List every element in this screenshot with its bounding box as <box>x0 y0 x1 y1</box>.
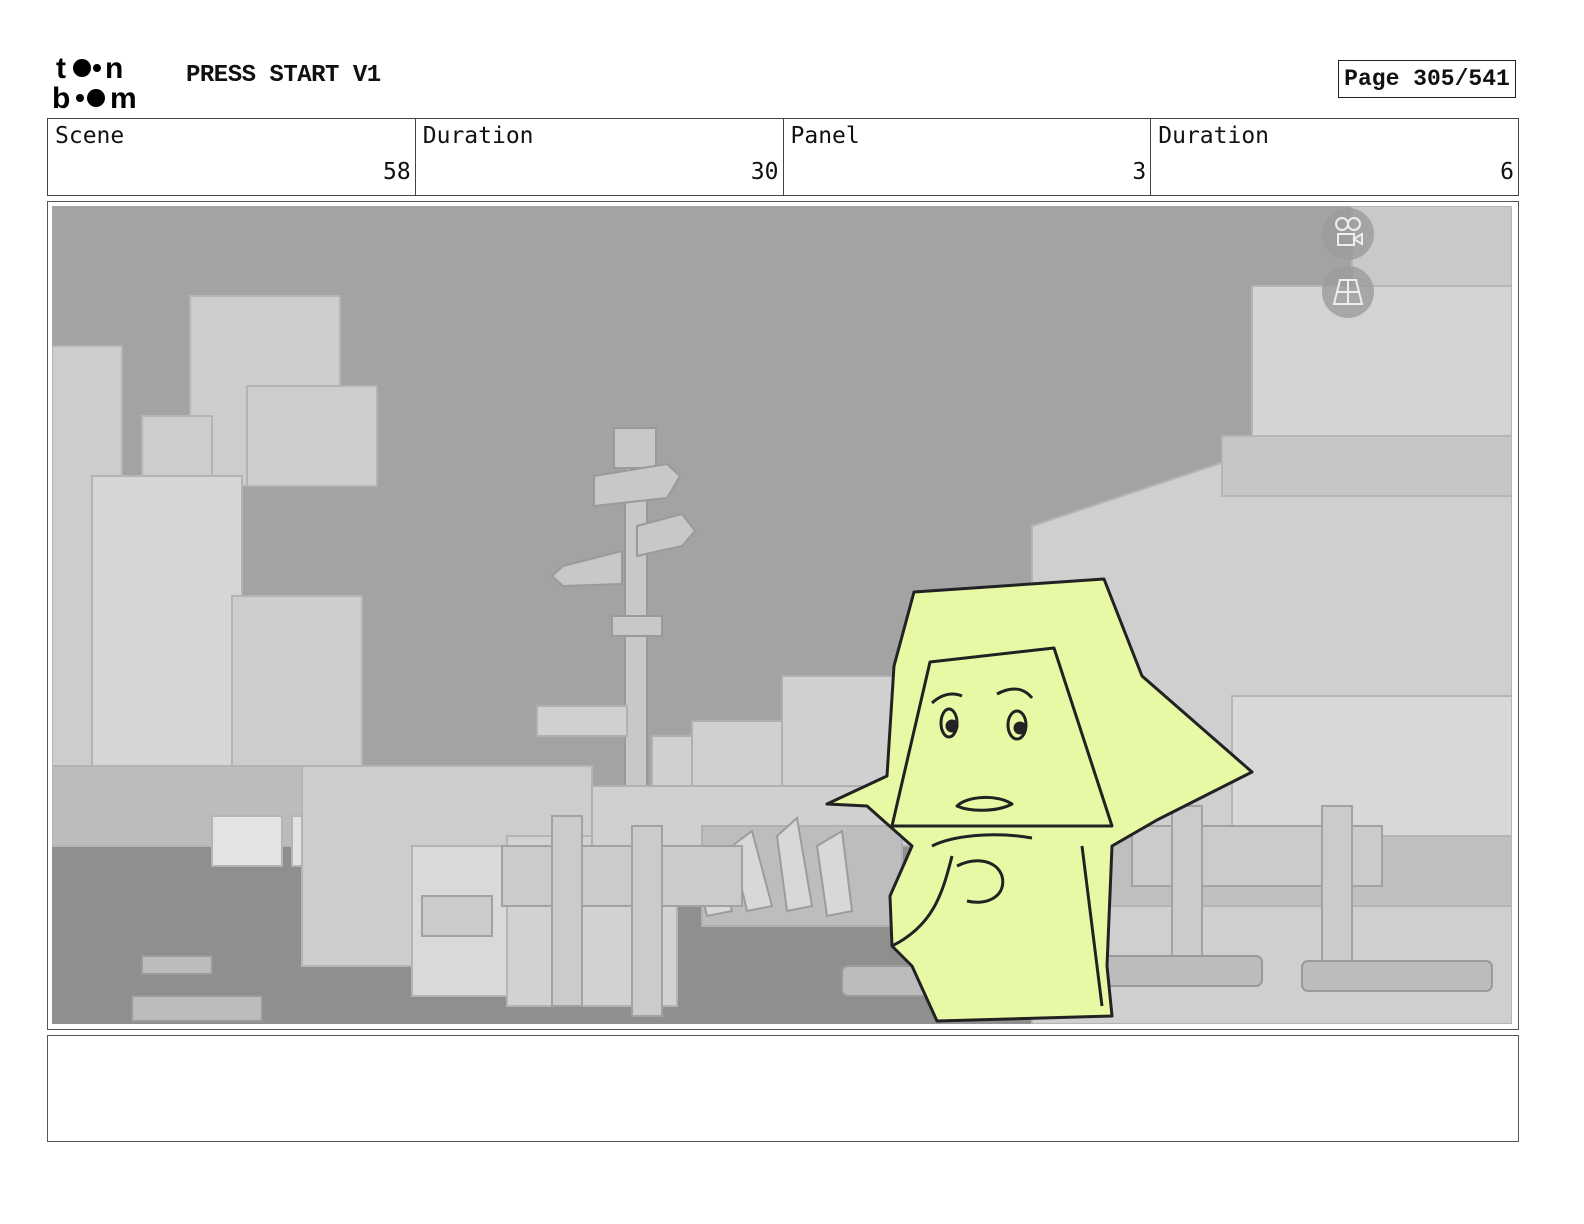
toonboom-logo: t n b m <box>52 50 164 115</box>
project-title: PRESS START V1 <box>186 62 381 89</box>
panel-cell: Panel 3 <box>784 119 1152 195</box>
camera-icon[interactable] <box>1322 208 1374 260</box>
scene-duration-value: 30 <box>750 159 779 185</box>
panel-notes-box <box>47 1035 1519 1142</box>
svg-text:m: m <box>110 82 137 112</box>
page-indicator: Page 305/541 <box>1338 60 1516 98</box>
scene-cell: Scene 58 <box>48 119 416 195</box>
scene-info-table: Scene 58 Duration 30 Panel 3 Duration 6 <box>47 118 1519 196</box>
panel-duration-value: 6 <box>1500 159 1514 185</box>
panel-duration-cell: Duration 6 <box>1151 119 1518 195</box>
svg-text:t: t <box>56 52 66 85</box>
scene-duration-label: Duration <box>422 123 534 149</box>
svg-text:n: n <box>105 52 123 85</box>
panel-artwork <box>52 206 1512 1024</box>
panel-label: Panel <box>790 123 860 149</box>
svg-text:b: b <box>52 82 70 112</box>
storyboard-panel <box>47 201 1519 1030</box>
grid-floor-icon[interactable] <box>1322 266 1374 318</box>
panel-duration-label: Duration <box>1158 123 1270 149</box>
scene-duration-cell: Duration 30 <box>416 119 784 195</box>
panel-value: 3 <box>1132 159 1147 185</box>
scene-label: Scene <box>55 123 125 149</box>
scene-value: 58 <box>383 159 411 185</box>
